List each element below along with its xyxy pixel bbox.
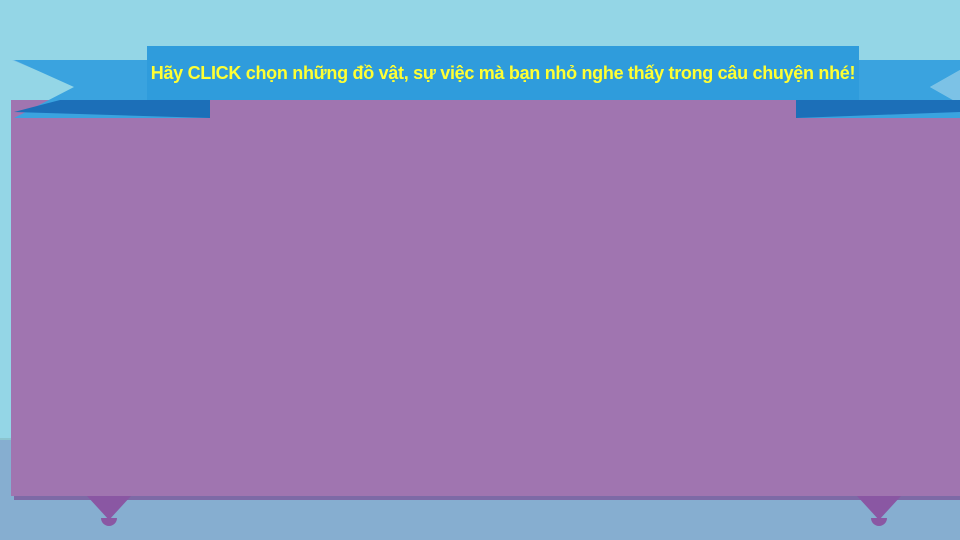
board-leg-left [87,496,131,520]
instruction-text: Hãy CLICK chọn những đồ vật, sự việc mà … [150,62,856,83]
board-leg-right [857,496,901,520]
instruction-banner: Hãy CLICK chọn những đồ vật, sự việc mà … [147,46,859,100]
content-board[interactable] [11,100,960,496]
game-stage: Hãy CLICK chọn những đồ vật, sự việc mà … [0,0,960,540]
